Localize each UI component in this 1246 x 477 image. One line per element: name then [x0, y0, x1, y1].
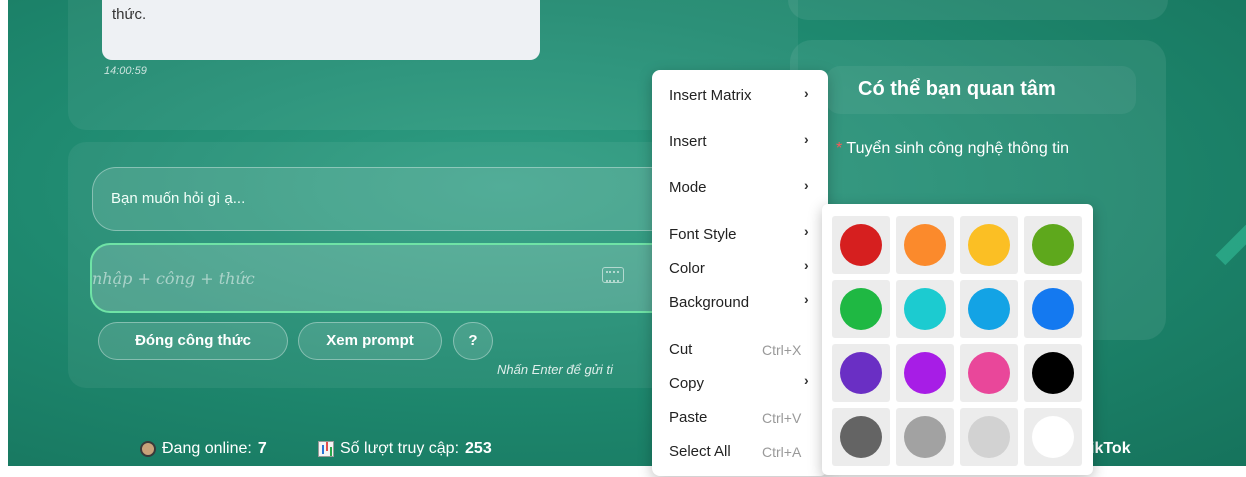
bullet-star: * [836, 140, 843, 157]
online-count: 7 [257, 440, 267, 457]
color-swatch[interactable] [960, 280, 1018, 338]
chevron-right-icon: › [804, 223, 809, 239]
chevron-right-icon: › [804, 177, 809, 193]
color-swatch-dot [968, 224, 1010, 266]
color-swatch[interactable] [1024, 344, 1082, 402]
color-swatch-dot [904, 224, 946, 266]
suggestion-item-text: Tuyển sinh công nghệ thông tin [846, 140, 1070, 157]
context-menu: Insert Matrix › Insert › Mode › Font Sty… [652, 70, 828, 476]
color-swatch[interactable] [832, 280, 890, 338]
color-swatch-dot [840, 288, 882, 330]
color-swatch[interactable] [832, 216, 890, 274]
keyboard-icon[interactable] [602, 267, 624, 283]
color-swatch-dot [840, 224, 882, 266]
menu-item-select-all[interactable]: Select All [669, 443, 731, 460]
color-swatch[interactable] [960, 216, 1018, 274]
menu-item-color[interactable]: Color [669, 260, 705, 277]
color-swatch-dot [904, 288, 946, 330]
color-swatch[interactable] [896, 280, 954, 338]
color-swatch[interactable] [1024, 408, 1082, 466]
tiktok-link[interactable]: ikTok [1090, 440, 1131, 458]
close-formula-button[interactable]: Đóng công thức [98, 322, 288, 360]
menu-item-cut[interactable]: Cut [669, 341, 692, 358]
color-swatch-dot [904, 352, 946, 394]
color-swatch-dot [1032, 288, 1074, 330]
online-label: Đang online: [162, 440, 252, 457]
person-icon [140, 441, 156, 457]
formula-input[interactable]: nhập + công + thức [90, 243, 700, 313]
decorative-chevron-icon [1182, 144, 1246, 266]
color-swatch-dot [968, 288, 1010, 330]
color-swatch-dot [1032, 224, 1074, 266]
chevron-right-icon: › [804, 291, 809, 307]
suggestion-item[interactable]: * Tuyển sinh công nghệ thông tin [836, 136, 1126, 162]
online-stat: Đang online: 7 [140, 440, 267, 458]
suggestion-title: Có thể bạn quan tâm [858, 78, 1056, 100]
color-swatch-dot [1032, 352, 1074, 394]
color-swatch-dot [840, 352, 882, 394]
chevron-right-icon: › [804, 131, 809, 147]
paste-shortcut: Ctrl+V [762, 410, 802, 426]
color-swatch-dot [968, 352, 1010, 394]
chevron-right-icon: › [804, 257, 809, 273]
menu-item-insert[interactable]: Insert [669, 133, 707, 150]
color-swatch[interactable] [1024, 216, 1082, 274]
menu-item-background[interactable]: Background [669, 294, 749, 311]
enter-hint: Nhấn Enter để gửi ti [497, 362, 613, 377]
color-swatch[interactable] [832, 408, 890, 466]
help-button[interactable]: ? [453, 322, 493, 360]
menu-item-copy[interactable]: Copy [669, 375, 704, 392]
color-swatch-dot [1032, 416, 1074, 458]
menu-item-font-style[interactable]: Font Style [669, 226, 737, 243]
footer-stats: Đang online: 7 Số lượt truy cập: 253 [8, 422, 708, 466]
color-swatch-dot [840, 416, 882, 458]
color-swatch[interactable] [960, 408, 1018, 466]
visits-label: Số lượt truy cập: [340, 440, 460, 457]
menu-item-insert-matrix[interactable]: Insert Matrix [669, 87, 752, 104]
color-swatch[interactable] [960, 344, 1018, 402]
visits-count: 253 [465, 440, 492, 457]
select-all-shortcut: Ctrl+A [762, 444, 802, 460]
background-watermark [110, 112, 152, 142]
color-swatch-dot [904, 416, 946, 458]
message-timestamp: 14:00:59 [104, 65, 147, 77]
formula-placeholder: nhập + công + thức [92, 269, 255, 288]
question-input[interactable]: Bạn muốn hỏi gì ạ... [92, 167, 692, 231]
message-bubble: thức. [102, 0, 540, 60]
color-swatch[interactable] [896, 344, 954, 402]
chevron-right-icon: › [804, 372, 809, 388]
color-swatch[interactable] [896, 408, 954, 466]
chevron-right-icon: › [804, 85, 809, 101]
visits-stat: Số lượt truy cập: 253 [318, 440, 492, 458]
color-palette [822, 204, 1093, 475]
bar-chart-icon [318, 441, 334, 457]
color-swatch[interactable] [1024, 280, 1082, 338]
color-swatch-dot [968, 416, 1010, 458]
color-swatch[interactable] [832, 344, 890, 402]
cut-shortcut: Ctrl+X [762, 342, 802, 358]
view-prompt-button[interactable]: Xem prompt [298, 322, 442, 360]
menu-item-mode[interactable]: Mode [669, 179, 707, 196]
message-text: thức. [112, 6, 147, 23]
menu-item-paste[interactable]: Paste [669, 409, 707, 426]
color-swatch[interactable] [896, 216, 954, 274]
